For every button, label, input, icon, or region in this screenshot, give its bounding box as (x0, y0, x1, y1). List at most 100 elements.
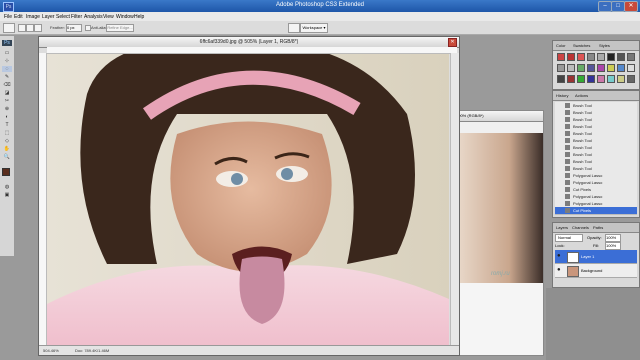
close-button[interactable]: ✕ (624, 1, 638, 12)
zoom-level[interactable]: 504.46% (43, 348, 59, 353)
tab-swatches[interactable]: Swatches (573, 43, 590, 48)
subtract-selection-icon[interactable] (34, 24, 42, 32)
tab-styles[interactable]: Styles (599, 43, 610, 48)
history-state-label: Brush Tool (573, 138, 592, 143)
tool-preset-icon[interactable] (288, 23, 300, 33)
lasso-preset-button[interactable] (3, 23, 15, 33)
layer-row[interactable]: ● Background (555, 264, 637, 278)
dodge-tool-icon[interactable]: ◐ (2, 114, 12, 120)
minimize-button[interactable]: – (598, 1, 612, 12)
marquee-tool-icon[interactable]: ▭ (2, 50, 12, 56)
menu-file[interactable]: File (4, 14, 12, 20)
history-state[interactable]: Cut Pixels (555, 207, 637, 215)
history-state-label: Brush Tool (573, 110, 592, 115)
color-swatch[interactable] (557, 75, 565, 83)
image-canvas[interactable] (47, 54, 449, 345)
visibility-eye-icon[interactable]: ● (557, 267, 563, 273)
vertical-ruler (39, 53, 47, 345)
brush-tool-icon[interactable]: ✎ (2, 74, 12, 80)
menu-help[interactable]: Help (134, 14, 144, 20)
color-swatch[interactable] (587, 75, 595, 83)
layers-panel: Layers Channels Paths Normal Opacity: 10… (552, 222, 640, 288)
horizontal-ruler (47, 47, 457, 54)
color-swatch[interactable] (577, 75, 585, 83)
refine-edge-button[interactable]: Refine Edge... (106, 24, 134, 32)
history-state-label: Brush Tool (573, 152, 592, 157)
background-document-window[interactable]: 100% (RGB/8*) romj.ru (452, 110, 544, 356)
menu-select[interactable]: Select (56, 14, 70, 20)
tab-history[interactable]: History (556, 93, 568, 98)
eraser-tool-icon[interactable]: ⌫ (2, 82, 12, 88)
tab-channels[interactable]: Channels (572, 225, 589, 230)
document-close-button[interactable]: ✕ (448, 38, 457, 47)
gradient-tool-icon[interactable]: ◪ (2, 90, 12, 96)
opacity-input[interactable]: 100% (605, 234, 621, 242)
history-state-icon (565, 208, 570, 213)
watermark-text: romj.ru (491, 271, 510, 277)
zoom-tool-icon[interactable]: 🔍 (2, 154, 12, 160)
pen-tool-icon[interactable]: ◇ (2, 138, 12, 144)
tab-actions[interactable]: Actions (575, 93, 588, 98)
color-swatch[interactable] (567, 64, 575, 72)
anti-alias-label: Anti-alias (91, 25, 108, 30)
fill-input[interactable]: 100% (605, 242, 621, 250)
color-swatch[interactable] (597, 75, 605, 83)
shape-tool-icon[interactable]: ⬚ (2, 130, 12, 136)
tab-color[interactable]: Color (556, 43, 566, 48)
visibility-eye-icon[interactable]: ● (557, 253, 563, 259)
color-swatch[interactable] (597, 53, 605, 61)
color-swatch[interactable] (567, 75, 575, 83)
move-tool-icon[interactable]: ⊹ (2, 58, 12, 64)
color-swatch[interactable] (577, 53, 585, 61)
type-tool-icon[interactable]: T (2, 122, 12, 128)
clone-tool-icon[interactable]: ⊕ (2, 106, 12, 112)
color-swatch[interactable] (567, 53, 575, 61)
menu-view[interactable]: View (103, 14, 114, 20)
tab-layers[interactable]: Layers (556, 225, 568, 230)
color-swatch[interactable] (627, 64, 635, 72)
blend-mode-select[interactable]: Normal (555, 234, 583, 242)
document-info[interactable]: Doc: 789.4K/1.46M (75, 348, 109, 353)
quick-mask-icon[interactable]: ◍ (2, 184, 12, 190)
tab-paths[interactable]: Paths (593, 225, 603, 230)
vertical-scrollbar[interactable] (450, 53, 459, 345)
menu-image[interactable]: Image (26, 14, 40, 20)
color-swatch[interactable] (587, 64, 595, 72)
menu-window[interactable]: Window (116, 14, 134, 20)
lasso-tool-icon[interactable]: ◌ (2, 66, 12, 72)
hand-tool-icon[interactable]: ✋ (2, 146, 12, 152)
color-swatch[interactable] (577, 64, 585, 72)
history-state-icon (565, 138, 570, 143)
panel-dock-empty-area (546, 288, 640, 360)
add-selection-icon[interactable] (26, 24, 34, 32)
color-swatch[interactable] (557, 53, 565, 61)
foreground-color-swatch[interactable] (2, 168, 10, 176)
crop-tool-icon[interactable]: ✂ (2, 98, 12, 104)
background-document-header[interactable]: 100% (RGB/8*) (453, 111, 543, 122)
color-swatch[interactable] (627, 75, 635, 83)
menu-analysis[interactable]: Analysis (84, 14, 103, 20)
layer-row[interactable]: ● Layer 1 (555, 250, 637, 264)
maximize-button[interactable]: □ (611, 1, 625, 12)
color-swatch[interactable] (607, 75, 615, 83)
color-swatch[interactable] (587, 53, 595, 61)
feather-input[interactable]: 0 px (66, 24, 82, 32)
color-swatch[interactable] (627, 53, 635, 61)
color-swatch[interactable] (607, 53, 615, 61)
color-swatch[interactable] (597, 64, 605, 72)
menu-filter[interactable]: Filter (71, 14, 82, 20)
photoshop-logo-icon: Ps (2, 40, 12, 46)
color-swatch[interactable] (617, 75, 625, 83)
color-swatch[interactable] (607, 64, 615, 72)
history-state-label: Polygonal Lasso (573, 173, 603, 178)
screen-mode-icon[interactable]: ▣ (2, 192, 12, 198)
color-swatch[interactable] (557, 64, 565, 72)
color-swatch[interactable] (617, 53, 625, 61)
new-selection-icon[interactable] (18, 24, 26, 32)
menu-layer[interactable]: Layer (42, 14, 55, 20)
history-state-icon (565, 152, 570, 157)
color-swatch[interactable] (617, 64, 625, 72)
workspace-button[interactable]: Workspace ▾ (300, 23, 328, 33)
menu-edit[interactable]: Edit (14, 14, 23, 20)
history-state-icon (565, 145, 570, 150)
